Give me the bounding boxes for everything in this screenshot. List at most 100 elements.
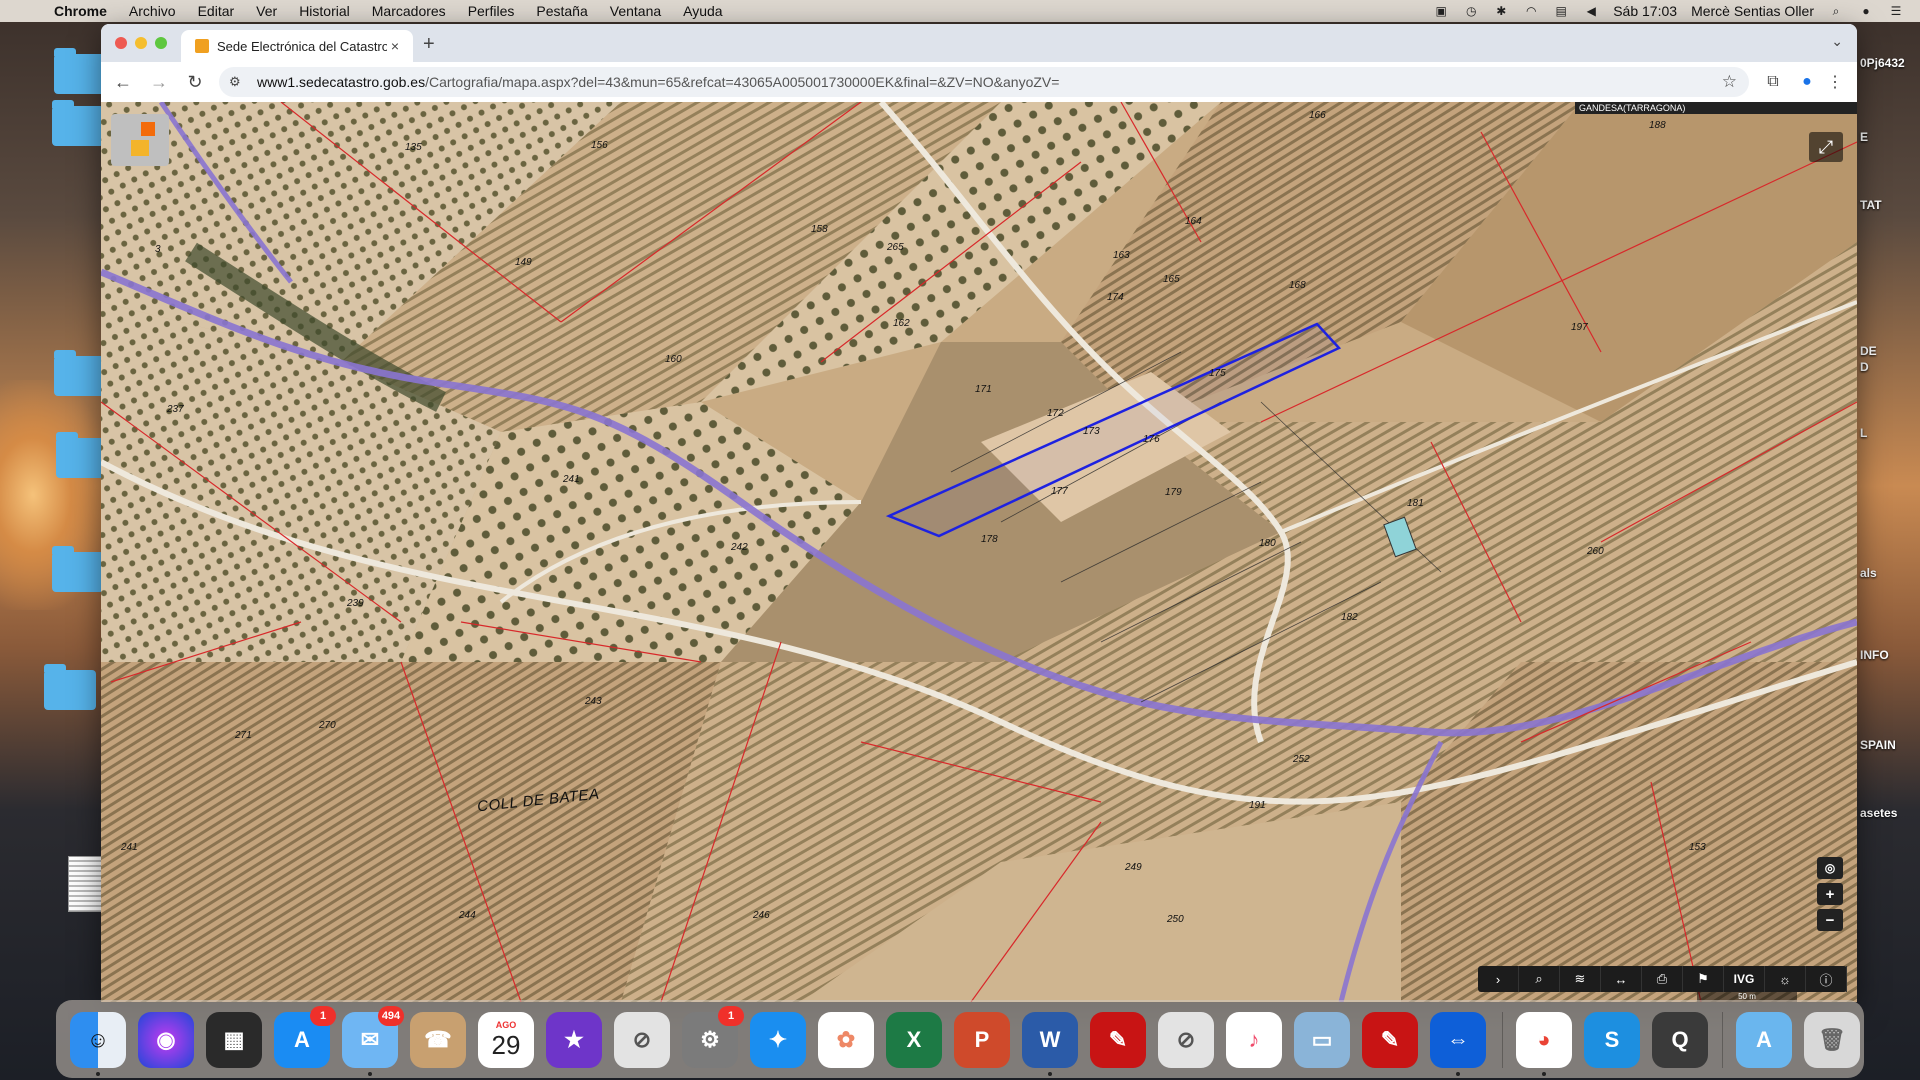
parcel-label[interactable]: 239 [347,598,364,609]
desktop-label[interactable]: als [1860,566,1877,580]
menu-editar[interactable]: Editar [198,3,235,19]
parcel-label[interactable]: 242 [731,542,748,553]
window-minimize-button[interactable] [135,37,147,49]
parcel-label[interactable]: 175 [1209,368,1226,379]
desktop-label[interactable]: E [1860,130,1868,144]
parcel-label[interactable]: 177 [1051,486,1068,497]
word-icon[interactable]: W [1022,1012,1078,1076]
excel-icon[interactable]: X [886,1012,942,1068]
parcel-label[interactable]: 166 [1309,110,1326,121]
finder-icon[interactable]: ☺ [70,1012,126,1076]
menubar-user[interactable]: Mercè Sentias Oller [1691,3,1814,19]
parcel-label[interactable]: 237 [167,404,184,415]
window-zoom-button[interactable] [155,37,167,49]
desktop-label[interactable]: TAT [1860,198,1882,212]
desktop-folder-icon[interactable] [44,664,96,710]
street-icon[interactable]: ⚑ [1683,966,1724,992]
desktop-label[interactable]: asetes [1860,806,1897,820]
parcel-label[interactable]: 252 [1293,754,1310,765]
parcel-label[interactable]: 260 [1587,546,1604,557]
parcel-label[interactable]: 181 [1407,498,1424,509]
desktop-label[interactable]: 0Pj6432 [1860,56,1905,70]
photos-icon[interactable]: ✿ [818,1012,874,1068]
bookmark-star-icon[interactable]: ☆ [1722,72,1737,92]
parcel-label[interactable]: 180 [1259,538,1276,549]
parcel-label[interactable]: 244 [459,910,476,921]
tab-search-chevron-icon[interactable]: ⌄ [1831,33,1843,50]
menu-ventana[interactable]: Ventana [610,3,661,19]
measure-icon[interactable]: ↔ [1601,966,1642,992]
time-machine-icon[interactable]: ◷ [1463,4,1479,18]
parcel-label[interactable]: 249 [1125,862,1142,873]
acrobat-icon[interactable]: ✎ [1090,1012,1146,1068]
profile-avatar-icon[interactable]: ● [1795,70,1819,94]
photo-booth-icon[interactable]: ▦ [206,1012,262,1068]
parcel-label[interactable]: 172 [1047,408,1064,419]
parcel-label[interactable]: 265 [887,242,904,253]
contacts-icon[interactable]: ☎ [410,1012,466,1068]
parcel-label[interactable]: 164 [1185,216,1202,227]
desktop-folder-icon[interactable] [54,48,106,94]
preview-icon[interactable]: ▭ [1294,1012,1350,1068]
parcel-label[interactable]: 250 [1167,914,1184,925]
desktop-label[interactable]: INFO [1860,648,1889,662]
address-bar[interactable]: ⚙ www1.sedecatastro.gob.es/Cartografia/m… [219,67,1749,97]
tab-close-icon[interactable]: × [387,38,403,54]
parcel-label[interactable]: 135 [405,142,422,153]
reload-icon[interactable]: ↻ [183,70,207,94]
new-tab-button[interactable]: + [423,33,435,56]
desktop-label[interactable]: D [1860,360,1869,374]
app-store-icon[interactable]: A1 [274,1006,336,1068]
site-settings-icon[interactable]: ⚙ [229,74,247,90]
menu-pestana[interactable]: Pestaña [536,3,587,19]
layers-icon[interactable]: ≋ [1560,966,1601,992]
wifi-icon[interactable]: ◠ [1523,4,1539,18]
siri-icon[interactable]: ● [1858,4,1874,18]
mail-icon[interactable]: ✉ 494 [342,1006,404,1076]
parcel-label[interactable]: 241 [121,842,138,853]
base-layer-thumbnail[interactable] [111,114,169,166]
search-icon[interactable]: ⌕ [1519,966,1560,992]
blocked-app-2-icon[interactable]: ⊘ [1158,1012,1214,1068]
extensions-puzzle-icon[interactable]: ⧉ [1761,70,1785,94]
desktop-label[interactable]: DE [1860,344,1877,358]
parcel-label[interactable]: 191 [1249,800,1266,811]
desktop-folder-icon[interactable] [54,350,106,396]
parcel-label[interactable]: 158 [811,224,828,235]
parcel-label[interactable]: 174 [1107,292,1124,303]
imovie-icon[interactable]: ★ [546,1012,602,1068]
spotlight-search-icon[interactable]: ⌕ [1828,4,1844,18]
tab-catastro[interactable]: Sede Electrónica del Catastro × [181,30,413,62]
parcel-label[interactable]: 271 [235,730,252,741]
chrome-icon[interactable]: ◕ [1516,1012,1572,1076]
parcel-label[interactable]: 3 [155,244,161,255]
menu-ayuda[interactable]: Ayuda [683,3,722,19]
menu-historial[interactable]: Historial [299,3,350,19]
parcel-label[interactable]: 149 [515,257,532,268]
powerpoint-icon[interactable]: P [954,1012,1010,1068]
quicktime-icon[interactable]: Q [1652,1012,1708,1068]
zoom-out-button[interactable]: − [1817,909,1843,931]
parcel-label[interactable]: 160 [665,354,682,365]
locate-icon[interactable]: ◎ [1817,857,1843,879]
chrome-menu-icon[interactable]: ⋮ [1823,70,1847,94]
keyboard-icon[interactable]: ▤ [1553,4,1569,18]
menubar-clock[interactable]: Sáb 17:03 [1613,3,1677,19]
desktop-label[interactable]: SPAIN [1860,738,1896,752]
forward-arrow-icon[interactable]: → [147,70,171,94]
desktop-folder-icon[interactable] [52,546,104,592]
sun-icon[interactable]: ☼ [1765,966,1806,992]
trash-icon[interactable]: 🗑 [1804,1012,1860,1068]
calendar-icon[interactable]: AGO 29 [478,1012,534,1068]
parcel-label[interactable]: 171 [975,384,992,395]
chevron-right-icon[interactable]: › [1478,966,1519,992]
blocked-app-icon[interactable]: ⊘ [614,1012,670,1068]
parcel-label[interactable]: 176 [1143,434,1160,445]
volume-icon[interactable]: ◀ [1583,4,1599,18]
teamviewer-icon[interactable]: ⇔ [1430,1012,1486,1076]
parcel-label[interactable]: 179 [1165,487,1182,498]
parcel-label[interactable]: 197 [1571,322,1588,333]
safari-icon[interactable]: ✦ [750,1012,806,1068]
cadastre-map[interactable]: 135 156 158 149 265 163 164 165 166 168 … [101,102,1857,1002]
skype-icon[interactable]: S [1584,1012,1640,1068]
